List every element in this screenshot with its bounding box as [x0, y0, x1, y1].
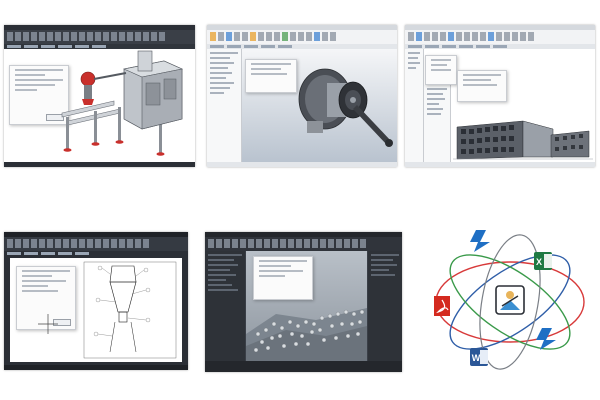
cyclone-technical-drawing — [83, 261, 177, 359]
ribbon-tabs[interactable] — [405, 44, 595, 49]
info-dialog[interactable] — [457, 70, 507, 102]
word-icon: W — [470, 348, 488, 366]
status-bar — [4, 365, 188, 370]
ribbon-toolbar[interactable] — [4, 30, 195, 44]
reel-assembly-model — [298, 68, 393, 147]
acrobat-pdf-icon — [434, 296, 450, 316]
project-browser-panel[interactable] — [424, 85, 451, 162]
status-bar — [207, 162, 397, 167]
status-bar — [405, 162, 595, 167]
properties-dialog[interactable] — [425, 55, 457, 85]
inventor-assembly-thumbnail[interactable] — [207, 25, 397, 167]
machine-model — [61, 50, 183, 156]
file-formats-atom-logo: X W — [434, 230, 585, 370]
scene-explorer-panel[interactable] — [205, 251, 245, 361]
autodesk-blue-icon-2 — [536, 328, 556, 350]
3dsmax-scene-thumbnail[interactable] — [205, 232, 402, 372]
timeline-bar[interactable] — [205, 361, 402, 372]
revit-building-thumbnail[interactable] — [405, 25, 595, 167]
ribbon-toolbar[interactable] — [207, 30, 397, 44]
ribbon-toolbar[interactable] — [405, 30, 595, 44]
building-model — [453, 120, 593, 160]
terrain-scene — [246, 308, 367, 361]
crosshair-cursor — [38, 314, 58, 334]
ribbon-toolbar[interactable] — [4, 237, 188, 251]
autocad-drawing-thumbnail[interactable] — [4, 232, 188, 370]
status-bar — [4, 162, 195, 167]
autocad-mechanical-machine-thumbnail[interactable] — [4, 25, 195, 167]
command-panel[interactable] — [368, 251, 402, 361]
excel-icon-letter: X — [536, 257, 542, 267]
ribbon-toolbar[interactable] — [205, 237, 402, 251]
word-icon-letter: W — [472, 353, 481, 363]
center-emblem-icon — [495, 285, 525, 315]
excel-icon: X — [534, 252, 552, 270]
model-browser-panel[interactable] — [207, 49, 242, 162]
autodesk-blue-icon — [470, 230, 490, 252]
properties-panel[interactable] — [405, 49, 424, 162]
ribbon-tabs[interactable] — [4, 251, 188, 256]
